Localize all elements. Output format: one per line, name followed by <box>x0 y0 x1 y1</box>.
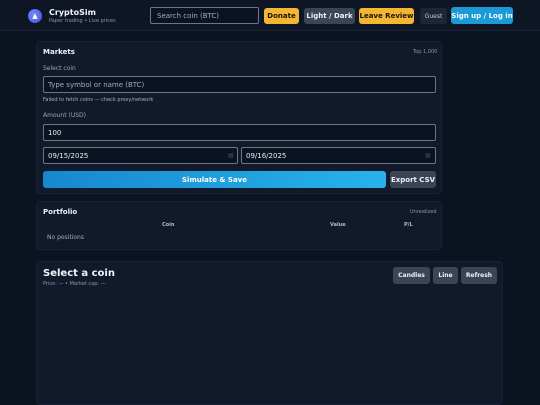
amount-label: Amount (USD) <box>43 112 86 119</box>
calendar-icon[interactable]: ▦ <box>425 152 431 159</box>
column-header-value: Value <box>330 222 346 228</box>
portfolio-title: Portfolio <box>43 208 78 216</box>
brand-tagline: Paper trading • Live prices <box>49 18 116 24</box>
portfolio-card <box>36 201 442 250</box>
start-date-input[interactable] <box>43 147 238 164</box>
brand-name: CryptoSim <box>49 8 96 17</box>
search-input[interactable] <box>150 7 259 24</box>
coin-input[interactable] <box>43 76 436 93</box>
column-header-pl: P/L <box>404 222 413 228</box>
chart-title: Select a coin <box>43 268 115 279</box>
candles-button[interactable]: Candles <box>393 267 430 284</box>
top-bar: ▲ CryptoSim Paper trading • Live prices … <box>0 0 540 31</box>
theme-toggle-button[interactable]: Light / Dark <box>304 8 355 24</box>
select-coin-label: Select coin <box>43 65 76 72</box>
export-csv-button[interactable]: Export CSV <box>390 171 436 188</box>
brand: CryptoSim Paper trading • Live prices <box>49 8 116 25</box>
guest-badge: Guest <box>420 8 447 24</box>
markets-meta: Top 1,000 <box>413 49 438 55</box>
signup-login-button[interactable]: Sign up / Log in <box>451 7 513 24</box>
refresh-button[interactable]: Refresh <box>461 267 497 284</box>
simulate-save-button[interactable]: Simulate & Save <box>43 171 386 188</box>
empty-positions-text: No positions <box>47 234 84 241</box>
chart-subtitle: Price: — • Market cap: — <box>43 281 106 287</box>
fetch-error-text: Failed to fetch coins — check proxy/netw… <box>43 97 154 103</box>
portfolio-meta: Unrealized <box>410 209 437 215</box>
chart-area[interactable] <box>43 292 496 400</box>
donate-button[interactable]: Donate <box>264 8 299 24</box>
end-date-input[interactable] <box>241 147 436 164</box>
line-button[interactable]: Line <box>433 267 458 284</box>
calendar-icon[interactable]: ▦ <box>228 152 234 159</box>
column-header-coin: Coin <box>162 222 175 228</box>
amount-input[interactable] <box>43 124 436 141</box>
app-logo-icon: ▲ <box>28 9 42 23</box>
leave-review-button[interactable]: Leave Review <box>359 8 414 24</box>
markets-title: Markets <box>43 48 75 56</box>
